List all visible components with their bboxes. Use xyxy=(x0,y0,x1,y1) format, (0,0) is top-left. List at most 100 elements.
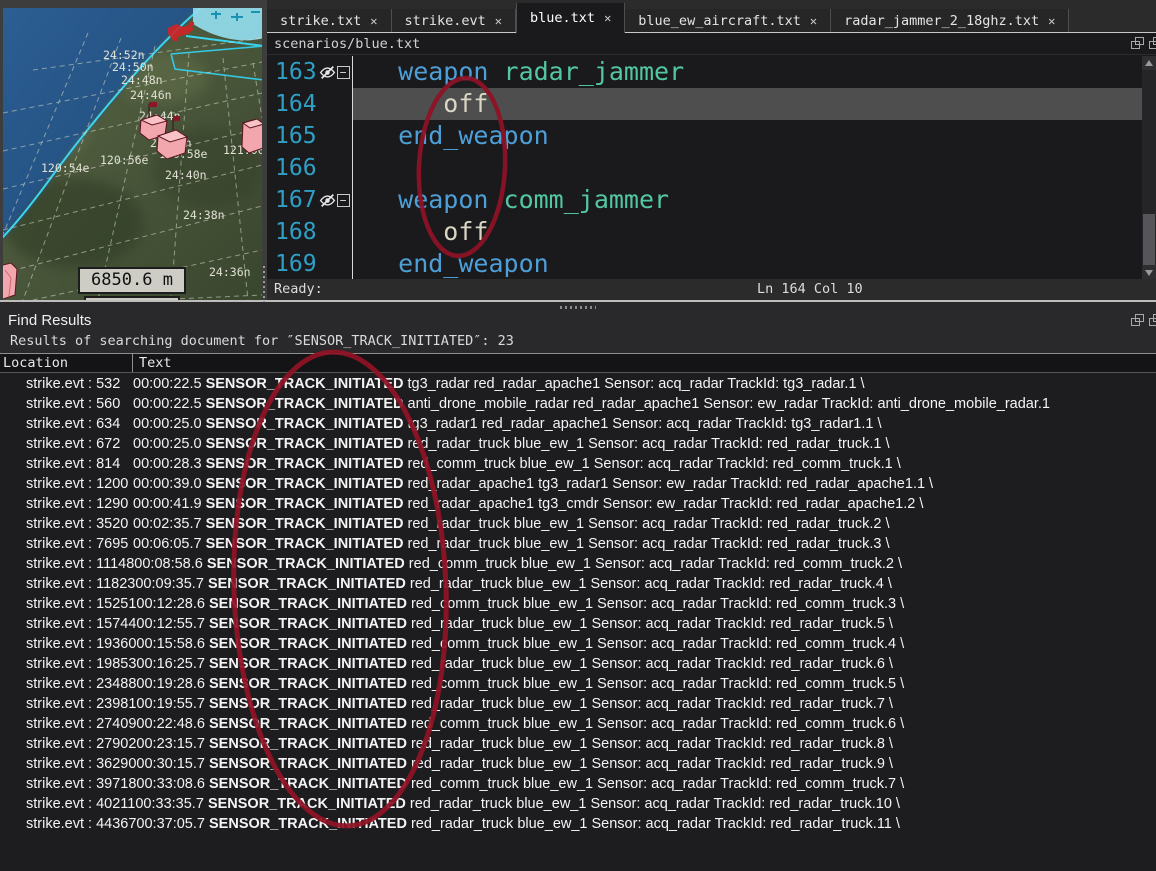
result-row[interactable]: strike.evt : 53200:00:22.5 SENSOR_TRACK_… xyxy=(0,374,1156,394)
eye-off-icon[interactable] xyxy=(319,64,336,81)
tab-label: strike.txt xyxy=(280,13,361,29)
tab-radar-jammer-2-18ghz-txt[interactable]: radar_jammer_2_18ghz.txt ✕ xyxy=(831,9,1069,32)
result-row[interactable]: strike.evt : 2348800:19:28.6 SENSOR_TRAC… xyxy=(0,674,1156,694)
result-location: strike.evt : 1290 xyxy=(0,494,133,514)
find-results-header: Find Results Results of searching docume… xyxy=(0,302,1156,353)
code-text[interactable] xyxy=(353,152,1142,184)
result-row[interactable]: strike.evt : 63400:00:25.0 SENSOR_TRACK_… xyxy=(0,414,1156,434)
scrollbar-thumb[interactable] xyxy=(1143,214,1155,266)
results-table-body: strike.evt : 53200:00:22.5 SENSOR_TRACK_… xyxy=(0,374,1156,871)
scroll-up-icon[interactable] xyxy=(1142,56,1156,70)
column-header-text[interactable]: Text xyxy=(133,354,172,372)
code-line-164[interactable]: 164 off xyxy=(267,88,1142,120)
line-number: 169 xyxy=(275,251,317,277)
splitter-grip-icon[interactable] xyxy=(560,306,596,309)
code-text[interactable]: off xyxy=(353,88,1142,120)
result-location: strike.evt : 27902 xyxy=(0,734,136,754)
column-header-location[interactable]: Location xyxy=(0,354,133,372)
result-row[interactable]: strike.evt : 2740900:22:48.6 SENSOR_TRAC… xyxy=(0,714,1156,734)
code-text[interactable]: end_weapon xyxy=(353,120,1142,152)
gutter[interactable]: 169 xyxy=(267,248,353,279)
code-text[interactable]: weapon comm_jammer xyxy=(353,184,1142,216)
close-icon[interactable]: ✕ xyxy=(604,11,611,25)
fold-collapse-icon[interactable]: − xyxy=(337,194,350,207)
close-icon[interactable]: ✕ xyxy=(370,14,377,28)
match-highlight: SENSOR_TRACK_INITIATED xyxy=(206,436,404,452)
result-location: strike.evt : 814 xyxy=(0,454,133,474)
result-text: 00:12:28.6 SENSOR_TRACK_INITIATED red_co… xyxy=(136,594,1156,614)
match-highlight: SENSOR_TRACK_INITIATED xyxy=(206,536,404,552)
results-pane-controls xyxy=(1131,314,1156,328)
code-text[interactable]: weapon radar_jammer xyxy=(353,56,1142,88)
result-row[interactable]: strike.evt : 769500:06:05.7 SENSOR_TRACK… xyxy=(0,534,1156,554)
tab-blue-ew-aircraft-txt[interactable]: blue_ew_aircraft.txt ✕ xyxy=(625,9,831,32)
code-editor[interactable]: 163− weapon radar_jammer164 off165 end_w… xyxy=(267,56,1142,279)
float-panel-icon[interactable] xyxy=(1131,314,1144,326)
eye-off-icon[interactable] xyxy=(319,192,336,209)
result-row[interactable]: strike.evt : 1525100:12:28.6 SENSOR_TRAC… xyxy=(0,594,1156,614)
code-text[interactable]: end_weapon xyxy=(353,248,1142,279)
code-line-165[interactable]: 165 end_weapon xyxy=(267,120,1142,152)
result-location: strike.evt : 44367 xyxy=(0,814,136,834)
result-row[interactable]: strike.evt : 2790200:23:15.7 SENSOR_TRAC… xyxy=(0,734,1156,754)
map-entity-southwest[interactable] xyxy=(3,263,17,299)
result-row[interactable]: strike.evt : 56000:00:22.5 SENSOR_TRACK_… xyxy=(0,394,1156,414)
result-row[interactable]: strike.evt : 1182300:09:35.7 SENSOR_TRAC… xyxy=(0,574,1156,594)
code-token: radar_jammer xyxy=(504,57,685,86)
gutter[interactable]: 168 xyxy=(267,216,353,248)
result-row[interactable]: strike.evt : 4021100:33:35.7 SENSOR_TRAC… xyxy=(0,794,1156,814)
scroll-down-icon[interactable] xyxy=(1142,265,1156,279)
float-panel-icon[interactable] xyxy=(1131,37,1144,49)
fold-collapse-icon[interactable]: − xyxy=(337,66,350,79)
gutter[interactable]: 165 xyxy=(267,120,353,152)
result-text: 00:00:41.9 SENSOR_TRACK_INITIATED red_ra… xyxy=(133,494,1156,514)
code-line-166[interactable]: 166 xyxy=(267,152,1142,184)
tab-strike-evt[interactable]: strike.evt ✕ xyxy=(392,9,517,32)
close-icon[interactable]: ✕ xyxy=(1048,14,1055,28)
code-line-163[interactable]: 163− weapon radar_jammer xyxy=(267,56,1142,88)
result-row[interactable]: strike.evt : 120000:00:39.0 SENSOR_TRACK… xyxy=(0,474,1156,494)
match-highlight: SENSOR_TRACK_INITIATED xyxy=(206,456,404,472)
tab-blue-txt[interactable]: blue.txt ✕ xyxy=(516,3,625,33)
match-highlight: SENSOR_TRACK_INITIATED xyxy=(209,756,407,772)
result-row[interactable]: strike.evt : 3629000:30:15.7 SENSOR_TRAC… xyxy=(0,754,1156,774)
code-line-167[interactable]: 167− weapon comm_jammer xyxy=(267,184,1142,216)
dock-panel-icon[interactable] xyxy=(1149,37,1156,49)
gutter[interactable]: 163− xyxy=(267,56,353,88)
dock-panel-icon[interactable] xyxy=(1149,314,1156,326)
code-line-169[interactable]: 169 end_weapon xyxy=(267,248,1142,279)
result-row[interactable]: strike.evt : 4436700:37:05.7 SENSOR_TRAC… xyxy=(0,814,1156,834)
match-highlight: SENSOR_TRACK_INITIATED xyxy=(209,816,407,832)
editor-pane-controls xyxy=(1131,37,1156,51)
result-location: strike.evt : 39718 xyxy=(0,774,136,794)
match-highlight: SENSOR_TRACK_INITIATED xyxy=(206,476,404,492)
gutter[interactable]: 166 xyxy=(267,152,353,184)
code-text[interactable]: off xyxy=(353,216,1142,248)
result-row[interactable]: strike.evt : 2398100:19:55.7 SENSOR_TRAC… xyxy=(0,694,1156,714)
gutter[interactable]: 164 xyxy=(267,88,353,120)
splitter-grip-icon xyxy=(263,266,265,306)
map-view[interactable]: 24:52n24:50n24:48n24:46n24:44n24:42n24:4… xyxy=(3,8,262,300)
result-row[interactable]: strike.evt : 352000:02:35.7 SENSOR_TRACK… xyxy=(0,514,1156,534)
result-row[interactable]: strike.evt : 1985300:16:25.7 SENSOR_TRAC… xyxy=(0,654,1156,674)
result-row[interactable]: strike.evt : 129000:00:41.9 SENSOR_TRACK… xyxy=(0,494,1156,514)
result-row[interactable]: strike.evt : 81400:00:28.3 SENSOR_TRACK_… xyxy=(0,454,1156,474)
tab-strike-txt[interactable]: strike.txt ✕ xyxy=(267,9,392,32)
result-row[interactable]: strike.evt : 1574400:12:55.7 SENSOR_TRAC… xyxy=(0,614,1156,634)
close-icon[interactable]: ✕ xyxy=(810,14,817,28)
result-text: 00:16:25.7 SENSOR_TRACK_INITIATED red_ra… xyxy=(136,654,1156,674)
code-line-168[interactable]: 168 off xyxy=(267,216,1142,248)
map-entity-east[interactable] xyxy=(242,119,262,153)
close-icon[interactable]: ✕ xyxy=(495,14,502,28)
result-row[interactable]: strike.evt : 3971800:33:08.6 SENSOR_TRAC… xyxy=(0,774,1156,794)
editor-scrollbar[interactable] xyxy=(1142,56,1156,279)
breadcrumb[interactable]: scenarios/blue.txt xyxy=(274,36,420,52)
gutter[interactable]: 167− xyxy=(267,184,353,216)
result-row[interactable]: strike.evt : 67200:00:25.0 SENSOR_TRACK_… xyxy=(0,434,1156,454)
map-grid-label: 24:46n xyxy=(130,88,172,102)
result-row[interactable]: strike.evt : 1114800:08:58.6 SENSOR_TRAC… xyxy=(0,554,1156,574)
map-grid-label: 120:54e xyxy=(41,161,90,175)
find-results-panel: Find Results Results of searching docume… xyxy=(0,302,1156,871)
result-text: 00:00:25.0 SENSOR_TRACK_INITIATED red_ra… xyxy=(133,434,1156,454)
result-row[interactable]: strike.evt : 1936000:15:58.6 SENSOR_TRAC… xyxy=(0,634,1156,654)
